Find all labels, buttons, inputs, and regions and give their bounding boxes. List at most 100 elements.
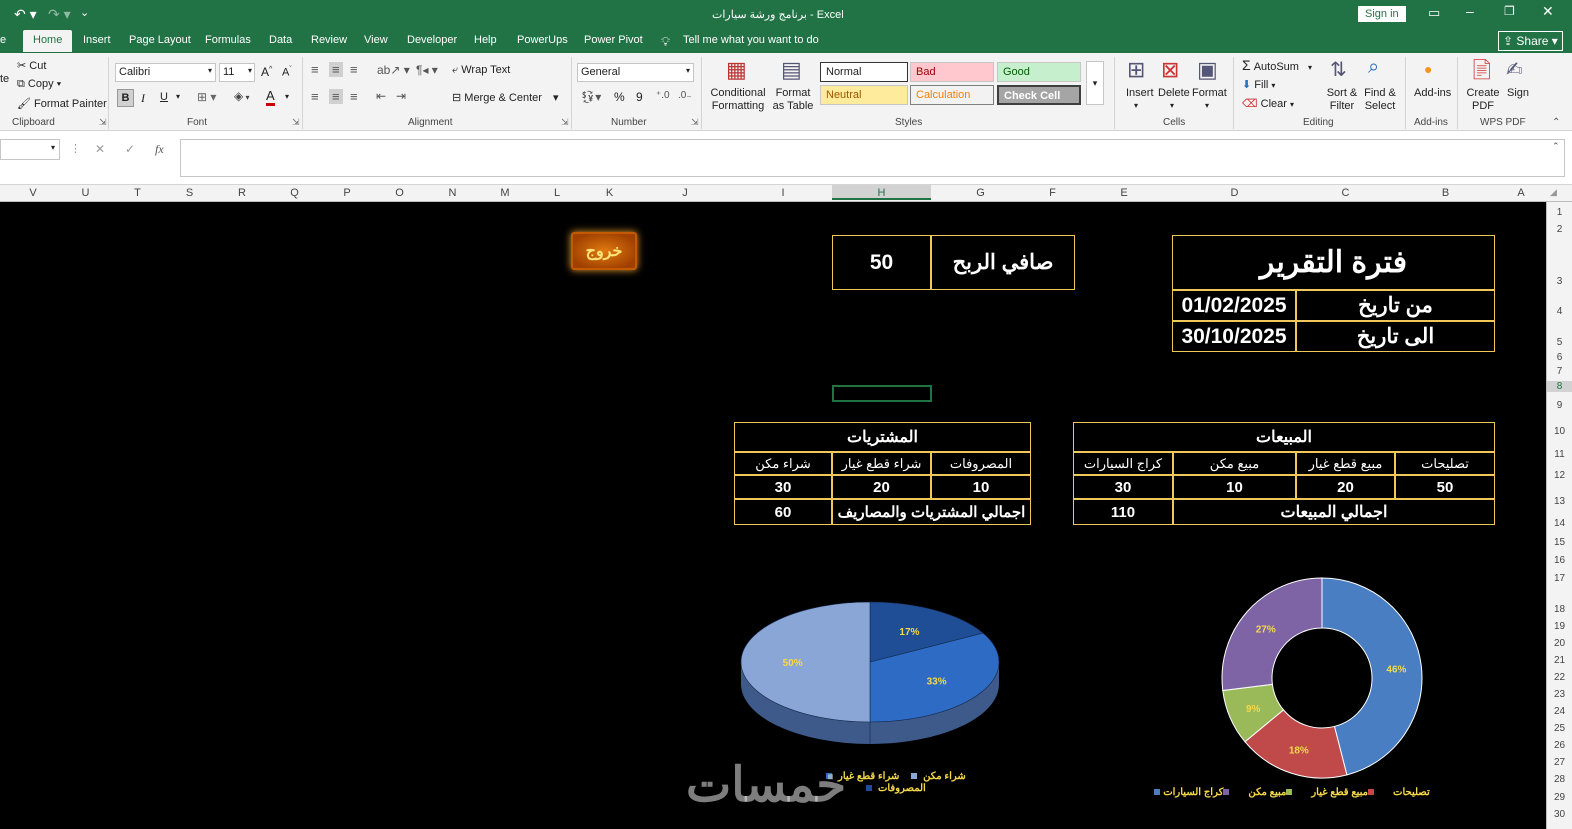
shrink-font-icon[interactable]: Aˇ <box>282 66 292 79</box>
sales-value[interactable]: 30 <box>1073 475 1173 499</box>
fill-button[interactable]: ⬇ Fill ▾ <box>1242 78 1275 91</box>
column-header[interactable]: R <box>216 187 268 199</box>
row-header[interactable]: 17 <box>1547 573 1572 584</box>
align-center-icon[interactable]: ≡ <box>329 89 343 104</box>
customize-qat-icon[interactable]: ⌄ <box>80 6 89 19</box>
row-header[interactable]: 16 <box>1547 555 1572 566</box>
row-header[interactable]: 29 <box>1547 792 1572 803</box>
row-header[interactable]: 12 <box>1547 470 1572 481</box>
font-name-box[interactable]: Calibri ▾ <box>115 63 216 82</box>
column-header[interactable]: I <box>734 187 832 199</box>
name-box[interactable]: ▾ <box>0 139 60 160</box>
row-header[interactable]: 27 <box>1547 757 1572 768</box>
column-header[interactable]: B <box>1395 187 1496 199</box>
row-header[interactable]: 18 <box>1547 604 1572 615</box>
row-header[interactable]: 5 <box>1547 337 1572 348</box>
column-header[interactable]: C <box>1296 187 1395 199</box>
formula-input[interactable] <box>180 139 1565 177</box>
purchases-value[interactable]: 20 <box>832 475 931 499</box>
column-header[interactable]: D <box>1173 187 1296 199</box>
find-select-button[interactable]: Find & Select <box>1360 87 1400 113</box>
column-header[interactable]: U <box>59 187 112 199</box>
format-as-table-button[interactable]: Format as Table <box>770 87 816 113</box>
style-good[interactable]: Good <box>997 62 1081 82</box>
selected-cell[interactable] <box>832 385 932 402</box>
column-header[interactable]: Q <box>268 187 321 199</box>
clear-button[interactable]: ⌫ Clear ▾ <box>1242 97 1294 110</box>
column-header[interactable]: N <box>426 187 479 199</box>
tab-home[interactable]: Home <box>23 30 73 52</box>
wrap-text-button[interactable]: ⤶ Wrap Text <box>452 64 510 77</box>
column-header[interactable]: O <box>373 187 426 199</box>
number-format-box[interactable]: General ▾ <box>577 63 694 82</box>
align-bottom-icon[interactable]: ≡ <box>350 62 358 77</box>
column-header[interactable]: E <box>1075 187 1173 199</box>
column-header[interactable]: A <box>1496 187 1546 199</box>
restore-icon[interactable]: ❐ <box>1504 4 1515 18</box>
sort-filter-button[interactable]: Sort & Filter <box>1325 87 1359 113</box>
column-header[interactable]: V <box>7 187 59 199</box>
undo-icon[interactable]: ↶ ▾ <box>14 6 37 23</box>
insert-function-icon[interactable]: fx <box>155 142 164 157</box>
style-bad[interactable]: Bad <box>910 62 994 82</box>
tab-powerups[interactable]: PowerUps <box>517 34 568 46</box>
purchases-pie-chart[interactable]: 17% 33% 50% <box>720 582 1020 782</box>
column-header[interactable]: L <box>531 187 583 199</box>
style-check-cell[interactable]: Check Cell <box>997 85 1081 105</box>
style-calculation[interactable]: Calculation <box>910 85 994 105</box>
align-right-icon[interactable]: ≡ <box>350 89 358 104</box>
chevron-down-icon[interactable]: ▾ <box>285 92 289 101</box>
tab-help[interactable]: Help <box>474 34 497 46</box>
row-header[interactable]: 9 <box>1547 400 1572 411</box>
sign-in-button[interactable]: Sign in <box>1358 6 1406 22</box>
exit-button[interactable]: خروج <box>571 232 637 270</box>
column-header[interactable]: F <box>1030 187 1075 199</box>
underline-button[interactable]: U <box>160 91 168 103</box>
tab-formulas[interactable]: Formulas <box>205 34 251 46</box>
cut-button[interactable]: ✂ Cut <box>17 59 46 72</box>
to-date-value[interactable]: 30/10/2025 <box>1172 321 1296 352</box>
row-header[interactable]: 1 <box>1547 207 1572 218</box>
create-pdf-button[interactable]: Create PDF <box>1466 87 1500 113</box>
ribbon-display-icon[interactable]: ▭ <box>1428 5 1440 21</box>
orientation-icon[interactable]: ab↗ ▾ <box>377 63 410 77</box>
row-header[interactable]: 24 <box>1547 706 1572 717</box>
autosum-button[interactable]: Σ AutoSum ▾ <box>1242 57 1312 73</box>
decrease-indent-icon[interactable]: ⇤ <box>376 89 386 103</box>
row-header[interactable]: 4 <box>1547 306 1572 317</box>
tab-insert[interactable]: Insert <box>83 34 111 46</box>
row-header[interactable]: 30 <box>1547 809 1572 820</box>
align-middle-icon[interactable]: ≡ <box>329 62 343 77</box>
row-header[interactable]: 20 <box>1547 638 1572 649</box>
conditional-formatting-button[interactable]: Conditional Formatting <box>709 87 767 113</box>
sales-value[interactable]: 10 <box>1173 475 1296 499</box>
increase-indent-icon[interactable]: ⇥ <box>396 89 406 103</box>
row-header[interactable]: 6 <box>1547 352 1572 363</box>
sales-value[interactable]: 50 <box>1395 475 1495 499</box>
tab-file[interactable]: e <box>0 34 6 46</box>
align-left-icon[interactable]: ≡ <box>311 89 319 104</box>
row-header[interactable]: 21 <box>1547 655 1572 666</box>
tab-power-pivot[interactable]: Power Pivot <box>584 34 643 46</box>
from-date-value[interactable]: 01/02/2025 <box>1172 290 1296 321</box>
column-header[interactable]: G <box>931 187 1030 199</box>
sales-value[interactable]: 20 <box>1296 475 1395 499</box>
row-header[interactable]: 28 <box>1547 774 1572 785</box>
addins-button[interactable]: Add-ins <box>1414 87 1451 99</box>
expand-formula-icon[interactable]: ⌃ <box>1552 141 1560 152</box>
column-header[interactable]: H <box>832 185 931 200</box>
clipboard-launcher-icon[interactable]: ⇲ <box>99 117 107 128</box>
styles-more-icon[interactable]: ▾ <box>1086 61 1104 105</box>
row-header[interactable]: 10 <box>1547 426 1572 437</box>
row-header[interactable]: 2 <box>1547 224 1572 235</box>
minimize-icon[interactable]: – <box>1466 3 1474 19</box>
redo-icon[interactable]: ↷ ▾ <box>48 6 71 23</box>
column-header[interactable]: J <box>636 187 734 199</box>
paste-button[interactable]: te <box>0 73 9 85</box>
row-header[interactable]: 25 <box>1547 723 1572 734</box>
tab-review[interactable]: Review <box>311 34 347 46</box>
font-launcher-icon[interactable]: ⇲ <box>292 117 300 128</box>
alignment-launcher-icon[interactable]: ⇲ <box>561 117 569 128</box>
delete-cells-button[interactable]: Delete ▾ <box>1158 87 1190 111</box>
bold-button[interactable]: B <box>117 89 134 107</box>
